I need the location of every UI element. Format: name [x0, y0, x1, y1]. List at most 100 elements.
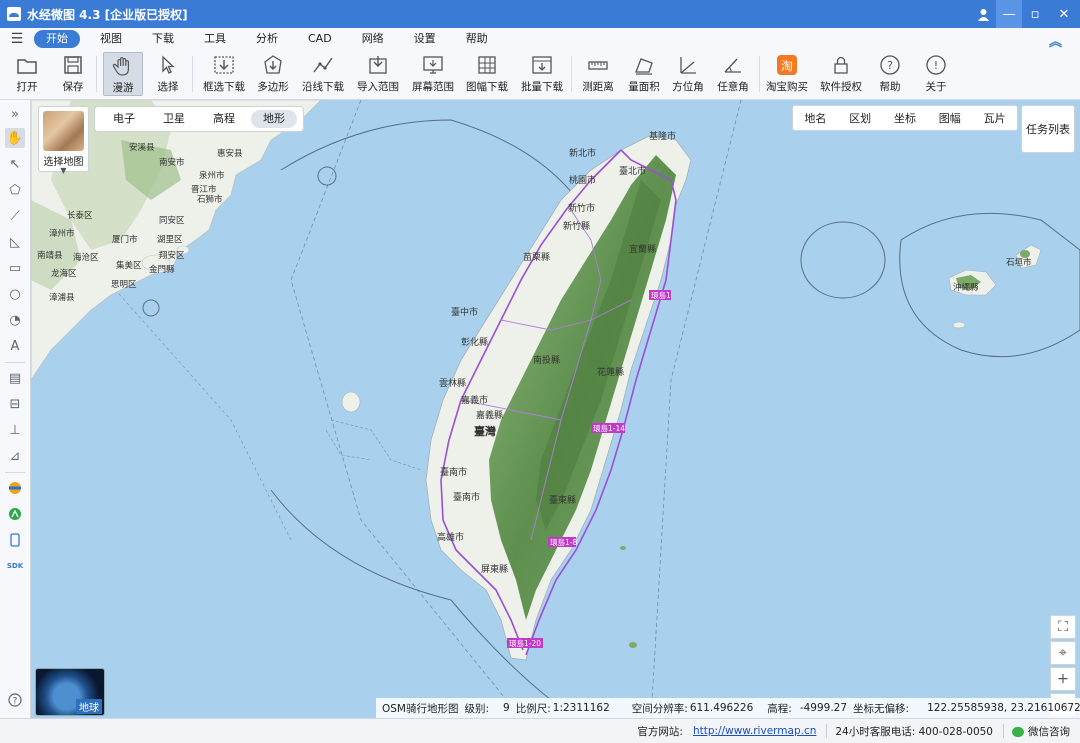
- locate-icon[interactable]: ⌖: [1050, 641, 1076, 665]
- map-label-place: 集美区: [116, 260, 142, 271]
- route-badge: 環島1-14: [593, 423, 625, 433]
- toolbar-separator: [96, 56, 97, 92]
- menu-download[interactable]: 下载: [142, 30, 184, 48]
- menu-view[interactable]: 视图: [90, 30, 132, 48]
- site-link[interactable]: http://www.rivermap.cn: [693, 725, 816, 737]
- plugin-globe-icon[interactable]: [5, 478, 25, 498]
- pan-button[interactable]: 漫游: [103, 52, 143, 96]
- select-map-button[interactable]: 选择地图 ▼: [38, 106, 89, 175]
- line-download-button[interactable]: 沿线下载: [300, 52, 346, 96]
- title-bar: 水经微图 4.3 [企业版已授权] — ▫ ✕: [0, 0, 1080, 28]
- layer-coordinates[interactable]: 坐标: [894, 110, 916, 126]
- map-label-city: 花蓮縣: [597, 366, 624, 378]
- resolution-label: 空间分辨率:: [631, 702, 688, 715]
- map-label-city: 嘉義市: [461, 394, 488, 406]
- rect-download-button[interactable]: 框选下载: [200, 52, 248, 96]
- app-logo-icon: [7, 7, 21, 21]
- angle-tool-icon[interactable]: ⊿: [5, 446, 25, 466]
- layer-sheets[interactable]: 图幅: [939, 110, 961, 126]
- azimuth-button[interactable]: 方位角: [668, 52, 708, 96]
- map-type-terrain[interactable]: 地形: [251, 110, 297, 128]
- area-tool-icon[interactable]: ◺: [5, 232, 25, 252]
- sheet-download-button[interactable]: 图幅下载: [463, 52, 511, 96]
- route-badge: 環島1-8: [550, 537, 577, 547]
- area-measure-tool-icon[interactable]: ⊟: [5, 394, 25, 414]
- measure-distance-button[interactable]: 测距离: [578, 52, 618, 96]
- user-icon[interactable]: [970, 0, 996, 28]
- azimuth-tool-icon[interactable]: ⊥: [5, 420, 25, 440]
- menu-cad[interactable]: CAD: [298, 30, 342, 48]
- license-button[interactable]: 软件授权: [818, 52, 864, 96]
- map-label-city: 臺南市: [453, 491, 480, 503]
- menu-analysis[interactable]: 分析: [246, 30, 288, 48]
- menu-settings[interactable]: 设置: [404, 30, 446, 48]
- wechat-consult-button[interactable]: 微信咨询: [1012, 724, 1070, 739]
- help-circle-icon[interactable]: ?: [5, 690, 25, 710]
- expand-panel-icon[interactable]: »: [5, 104, 25, 124]
- menu-help[interactable]: 帮助: [456, 30, 498, 48]
- map-type-elevation[interactable]: 高程: [201, 110, 247, 128]
- close-button[interactable]: ✕: [1048, 0, 1080, 28]
- collapse-ribbon-icon[interactable]: ︽: [1049, 31, 1062, 50]
- layer-toggles: 地名 区划 坐标 图幅 瓦片: [792, 105, 1018, 131]
- angle-button[interactable]: 任意角: [713, 52, 753, 96]
- menu-start[interactable]: 开始: [34, 30, 80, 48]
- map-label-place: 安溪县: [129, 142, 155, 153]
- select-tool-icon[interactable]: ↖: [5, 154, 25, 174]
- menu-network[interactable]: 网络: [352, 30, 394, 48]
- layer-place-names[interactable]: 地名: [804, 110, 826, 126]
- help-icon: ?: [879, 54, 901, 76]
- map-label-place: 翔安区: [159, 250, 185, 261]
- elevation-value: -4999.27: [799, 702, 848, 714]
- import-range-button[interactable]: 导入范围: [355, 52, 401, 96]
- select-button[interactable]: 选择: [150, 52, 186, 96]
- layer-tiles[interactable]: 瓦片: [984, 110, 1006, 126]
- map-type-electronic[interactable]: 电子: [101, 110, 147, 128]
- zoom-in-button[interactable]: +: [1050, 667, 1076, 691]
- layer-districts[interactable]: 区划: [849, 110, 871, 126]
- open-button[interactable]: 打开: [8, 52, 46, 96]
- globe-view-button[interactable]: 地球: [35, 668, 105, 716]
- measure-area-button[interactable]: 量面积: [624, 52, 664, 96]
- ruler-tool-icon[interactable]: ▤: [5, 368, 25, 388]
- import-range-icon: [367, 54, 389, 76]
- polyline-tool-icon[interactable]: ⟋: [5, 206, 25, 226]
- terrain-map: 新北市 臺北市 基隆市 桃園市 新竹市 新竹縣 苗栗縣 宜蘭縣 臺中市 彰化縣 …: [31, 100, 1080, 718]
- save-icon: [62, 54, 84, 76]
- batch-download-button[interactable]: 批量下载: [518, 52, 566, 96]
- map-type-satellite[interactable]: 卫星: [151, 110, 197, 128]
- window-controls: — ▫ ✕: [970, 0, 1080, 28]
- svg-text:淘: 淘: [781, 59, 793, 73]
- menu-tools[interactable]: 工具: [194, 30, 236, 48]
- map-label-city: 宜蘭縣: [629, 243, 656, 255]
- minimize-button[interactable]: —: [996, 0, 1022, 28]
- pan-tool-icon[interactable]: ✋: [5, 128, 25, 148]
- polygon-download-button[interactable]: 多边形: [255, 52, 291, 96]
- sdk-icon[interactable]: SDK: [5, 556, 25, 576]
- polygon-tool-icon[interactable]: ⬠: [5, 180, 25, 200]
- map-label-place: 泉州市: [199, 170, 225, 181]
- map-label-city: 彰化縣: [461, 336, 488, 348]
- coord-value: 122.25585938, 23.21610672: [927, 702, 1080, 714]
- elevation-label: 高程:: [767, 702, 792, 715]
- map-label-city: 新竹市: [568, 202, 595, 214]
- help-button[interactable]: ? 帮助: [872, 52, 908, 96]
- taobao-buy-button[interactable]: 淘 淘宝购买: [765, 52, 809, 96]
- plugin-route-icon[interactable]: [5, 504, 25, 524]
- circle-tool-icon[interactable]: ○: [5, 284, 25, 304]
- rectangle-tool-icon[interactable]: ▭: [5, 258, 25, 278]
- map-label-place: 石狮市: [197, 194, 223, 205]
- map-label-city: 臺中市: [451, 306, 478, 318]
- text-tool-icon[interactable]: A: [5, 336, 25, 356]
- map-view[interactable]: 新北市 臺北市 基隆市 桃園市 新竹市 新竹縣 苗栗縣 宜蘭縣 臺中市 彰化縣 …: [31, 100, 1080, 718]
- about-button[interactable]: ! 关于: [918, 52, 954, 96]
- fullscreen-icon[interactable]: ⛶: [1050, 615, 1076, 639]
- ribbon-toolbar: 打开 保存 漫游 选择 框选下载 多边形 沿线下载 导入范围 屏幕范围 图幅下载…: [0, 50, 1080, 100]
- mobile-app-icon[interactable]: [5, 530, 25, 550]
- maximize-button[interactable]: ▫: [1022, 0, 1048, 28]
- save-button[interactable]: 保存: [55, 52, 91, 96]
- screen-range-button[interactable]: 屏幕范围: [410, 52, 456, 96]
- hamburger-menu-icon[interactable]: ☰: [0, 31, 34, 47]
- sector-tool-icon[interactable]: ◔: [5, 310, 25, 330]
- task-list-button[interactable]: 任务列表: [1021, 105, 1075, 153]
